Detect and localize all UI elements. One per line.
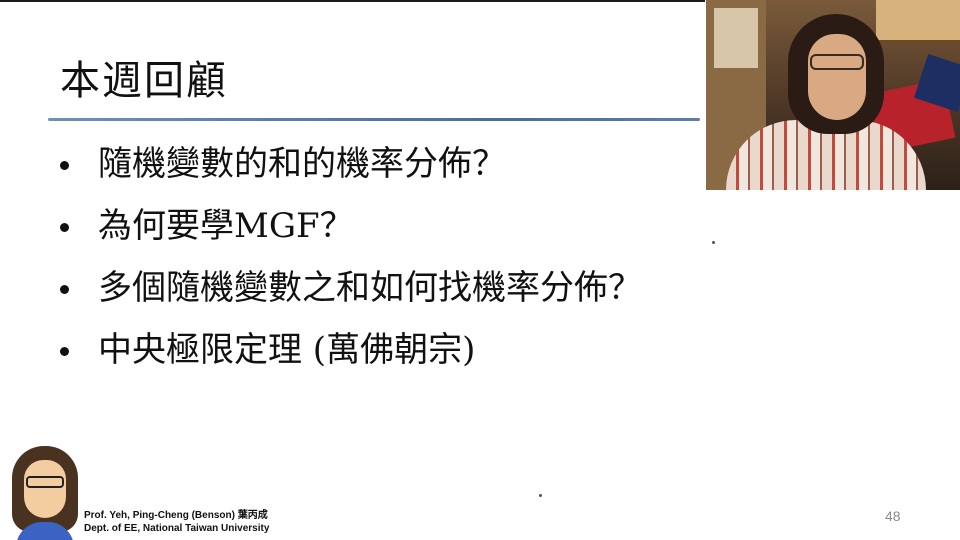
bullet-text: 隨機變數的和的機率分佈？ [98, 144, 506, 184]
bullet-list: 隨機變數的和的機率分佈？ 為何要學MGF？ 多個隨機變數之和如何找機率分佈？ 中… [60, 135, 642, 383]
bullet-item: 為何要學MGF？ [60, 197, 642, 259]
slide-title: 本週回顧 [60, 58, 228, 104]
bullet-dot-icon [60, 347, 69, 356]
pointer-speck [539, 494, 542, 497]
pointer-speck [712, 241, 715, 244]
author-credit: Prof. Yeh, Ping-Cheng (Benson) 葉丙成 Dept.… [84, 509, 269, 535]
page-number: 48 [885, 508, 901, 524]
webcam-video [706, 0, 960, 190]
top-border-line [0, 0, 705, 2]
title-underline [48, 118, 700, 121]
cartoon-avatar [10, 446, 80, 540]
presenter-glasses [810, 54, 864, 70]
credit-line-name: Prof. Yeh, Ping-Cheng (Benson) 葉丙成 [84, 510, 268, 521]
bullet-text: 中央極限定理 (萬佛朝宗) [98, 330, 476, 370]
bullet-text: 多個隨機變數之和如何找機率分佈？ [98, 268, 642, 308]
bullet-dot-icon [60, 285, 69, 294]
bullet-text: 為何要學MGF？ [98, 206, 354, 246]
bullet-item: 中央極限定理 (萬佛朝宗) [60, 321, 642, 383]
credit-line-affiliation: Dept. of EE, National Taiwan University [84, 523, 270, 534]
bullet-item: 多個隨機變數之和如何找機率分佈？ [60, 259, 642, 321]
bullet-item: 隨機變數的和的機率分佈？ [60, 135, 642, 197]
presenter-face [808, 34, 866, 120]
bullet-dot-icon [60, 223, 69, 232]
bullet-dot-icon [60, 161, 69, 170]
